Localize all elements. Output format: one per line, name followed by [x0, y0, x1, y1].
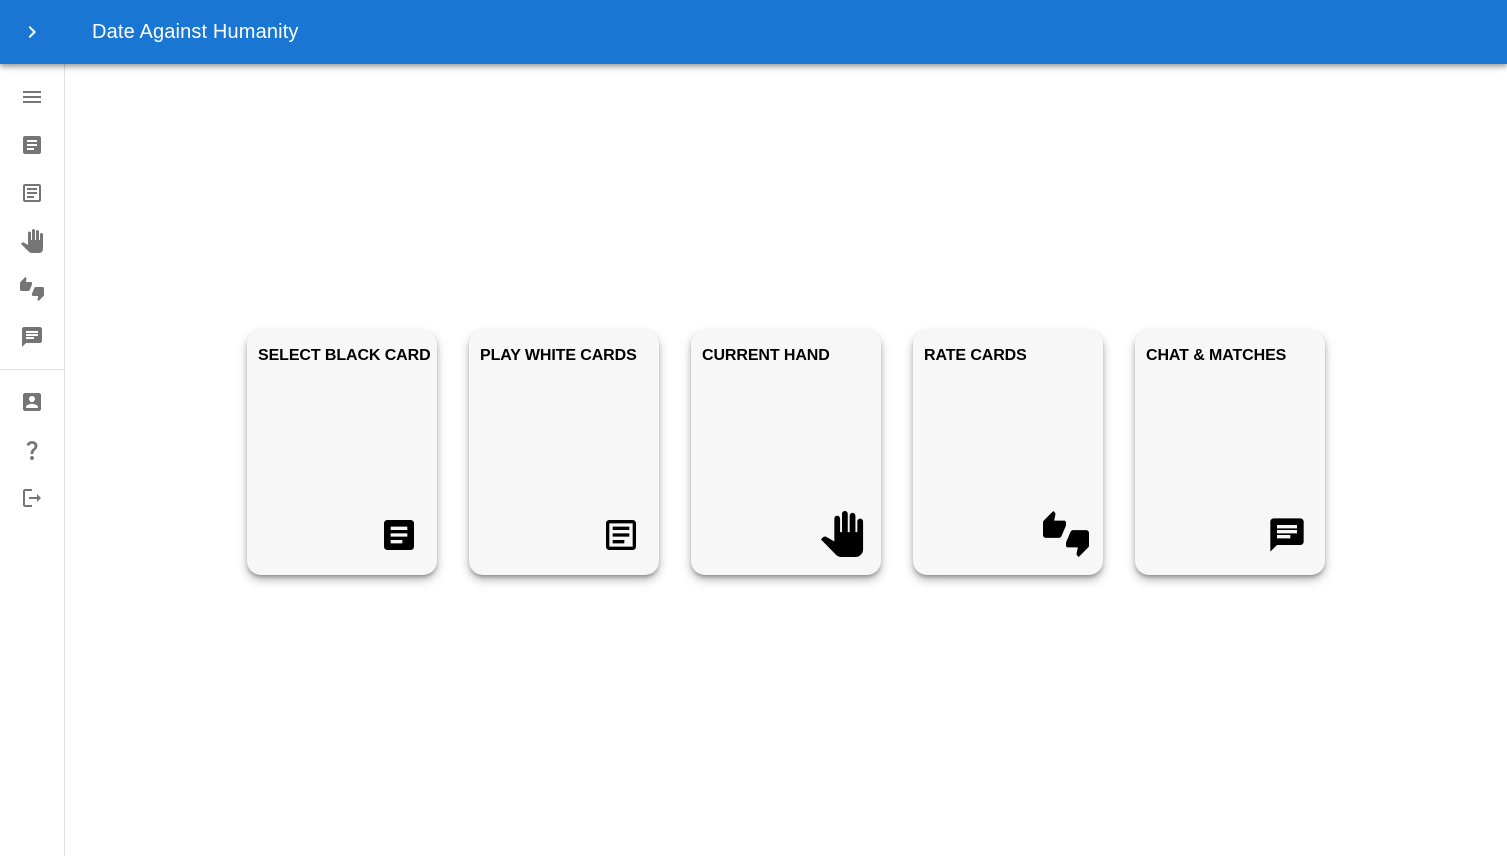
- card-play-white-cards[interactable]: PLAY WHITE CARDS: [469, 330, 659, 575]
- sidebar-item-menu[interactable]: [0, 73, 64, 121]
- help-icon: [20, 438, 44, 462]
- sidebar-item-profile[interactable]: [0, 378, 64, 426]
- sidebar-item-rate-cards[interactable]: [0, 265, 64, 313]
- sidebar-item-help[interactable]: [0, 426, 64, 474]
- card-title: CHAT & MATCHES: [1146, 347, 1287, 364]
- black-card-icon: [379, 515, 419, 555]
- drawer-expand-button[interactable]: [8, 8, 56, 56]
- card-current-hand[interactable]: CURRENT HAND: [691, 330, 881, 575]
- sidebar-divider: [0, 369, 64, 370]
- thumbs-up-down-icon: [1043, 511, 1089, 557]
- thumbs-up-down-icon: [20, 277, 44, 301]
- card-select-black-card[interactable]: SELECT BLACK CARD: [247, 330, 437, 575]
- black-card-icon: [20, 133, 44, 157]
- hand-icon: [819, 511, 865, 557]
- card-title: SELECT BLACK CARD: [258, 347, 431, 364]
- main-content: SELECT BLACK CARD PLAY WHITE CARDS CURRE…: [65, 64, 1507, 856]
- card-rate-cards[interactable]: RATE CARDS: [913, 330, 1103, 575]
- chat-icon: [20, 325, 44, 349]
- logout-icon: [20, 486, 44, 510]
- app-bar: Date Against Humanity: [0, 0, 1507, 64]
- menu-icon: [20, 85, 44, 109]
- sidebar-item-current-hand[interactable]: [0, 217, 64, 265]
- app-title: Date Against Humanity: [92, 21, 299, 43]
- white-card-icon: [601, 515, 641, 555]
- sidebar-item-chat[interactable]: [0, 313, 64, 361]
- card-title: RATE CARDS: [924, 347, 1027, 364]
- white-card-icon: [20, 181, 44, 205]
- card-chat-matches[interactable]: CHAT & MATCHES: [1135, 330, 1325, 575]
- chat-icon: [1267, 515, 1307, 555]
- card-title: PLAY WHITE CARDS: [480, 347, 637, 364]
- card-title: CURRENT HAND: [702, 347, 830, 364]
- hand-icon: [20, 229, 44, 253]
- account-box-icon: [20, 390, 44, 414]
- sidebar-item-logout[interactable]: [0, 474, 64, 522]
- side-drawer: [0, 64, 65, 856]
- sidebar-item-select-black-card[interactable]: [0, 121, 64, 169]
- chevron-right-icon: [20, 20, 44, 44]
- sidebar-item-play-white-cards[interactable]: [0, 169, 64, 217]
